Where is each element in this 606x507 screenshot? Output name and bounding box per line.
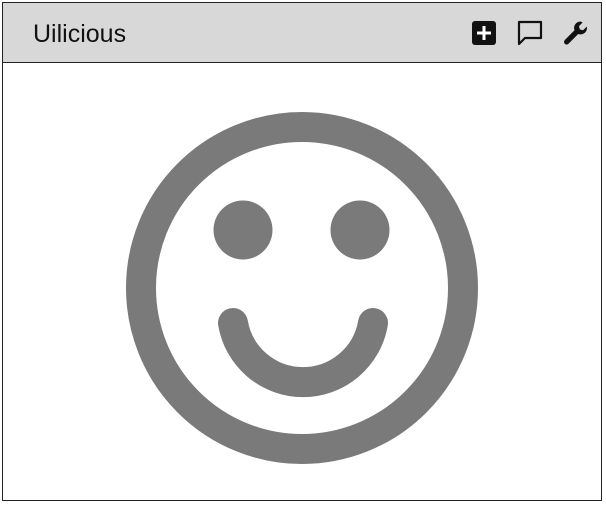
toolbar xyxy=(471,20,589,46)
title-bar: Uilicious xyxy=(3,3,601,63)
wrench-icon xyxy=(564,21,587,45)
add-button[interactable] xyxy=(471,20,497,46)
comment-icon xyxy=(517,20,543,46)
add-square-icon xyxy=(472,21,496,45)
app-title: Uilicious xyxy=(33,20,127,48)
comment-button[interactable] xyxy=(517,20,543,46)
settings-button[interactable] xyxy=(563,20,589,46)
main-content xyxy=(3,63,601,500)
app-window: Uilicious xyxy=(2,2,602,501)
smiley-face-icon xyxy=(126,112,478,464)
